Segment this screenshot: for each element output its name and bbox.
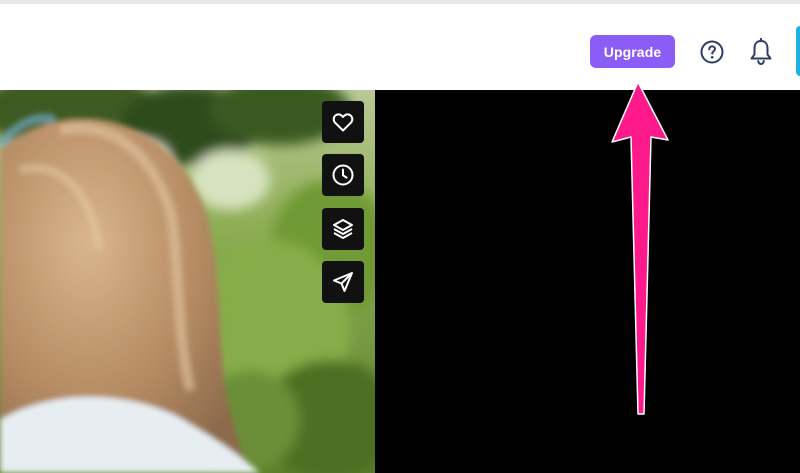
player-area <box>375 90 800 473</box>
layers-icon <box>333 219 353 239</box>
bell-icon[interactable] <box>748 38 774 66</box>
share-button[interactable] <box>322 261 364 303</box>
heart-icon <box>332 113 354 132</box>
history-button[interactable] <box>322 154 364 196</box>
clock-icon <box>332 164 354 186</box>
top-header: Upgrade <box>0 4 800 90</box>
layers-button[interactable] <box>322 208 364 250</box>
video-preview <box>0 90 375 473</box>
upgrade-button[interactable]: Upgrade <box>590 35 675 68</box>
video-frame-image <box>0 90 375 473</box>
send-icon <box>333 272 353 292</box>
primary-action-button-edge[interactable] <box>796 26 800 76</box>
help-icon[interactable] <box>700 40 724 64</box>
favorite-button[interactable] <box>322 101 364 143</box>
